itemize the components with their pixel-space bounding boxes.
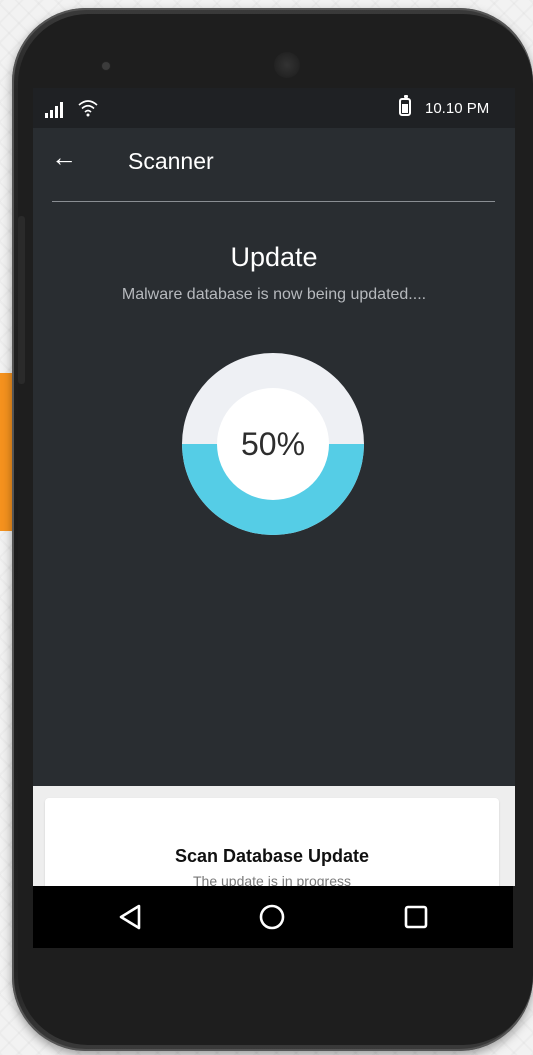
card-subtitle: The update is in progress	[193, 873, 351, 886]
camera-icon	[102, 62, 110, 70]
signal-icon	[45, 102, 67, 118]
update-status-card: Scan Database Update The update is in pr…	[45, 798, 499, 886]
card-area: Scan Database Update The update is in pr…	[33, 786, 515, 886]
phone-screen: 10.10 PM ← Scanner Update Malware databa…	[33, 88, 515, 886]
side-button	[18, 216, 25, 384]
update-subtitle: Malware database is now being updated...…	[121, 286, 427, 303]
progress-gauge: 50%	[182, 353, 364, 535]
app-bar: ← Scanner	[33, 128, 515, 202]
page-title: Scanner	[128, 148, 214, 174]
nav-recent-icon[interactable]	[399, 900, 433, 934]
status-time: 10.10 PM	[425, 100, 490, 117]
progress-percent: 50%	[240, 425, 306, 462]
nav-back-icon[interactable]	[113, 900, 147, 934]
card-title: Scan Database Update	[174, 846, 370, 866]
battery-icon	[399, 95, 411, 116]
nav-bar	[33, 886, 513, 948]
header-divider	[52, 201, 495, 202]
status-bar: 10.10 PM	[33, 88, 515, 128]
wifi-icon	[78, 100, 98, 117]
speaker-icon	[274, 52, 300, 78]
update-title: Update	[230, 242, 318, 272]
back-arrow-icon[interactable]: ←	[51, 144, 77, 170]
nav-home-icon[interactable]	[255, 900, 289, 934]
